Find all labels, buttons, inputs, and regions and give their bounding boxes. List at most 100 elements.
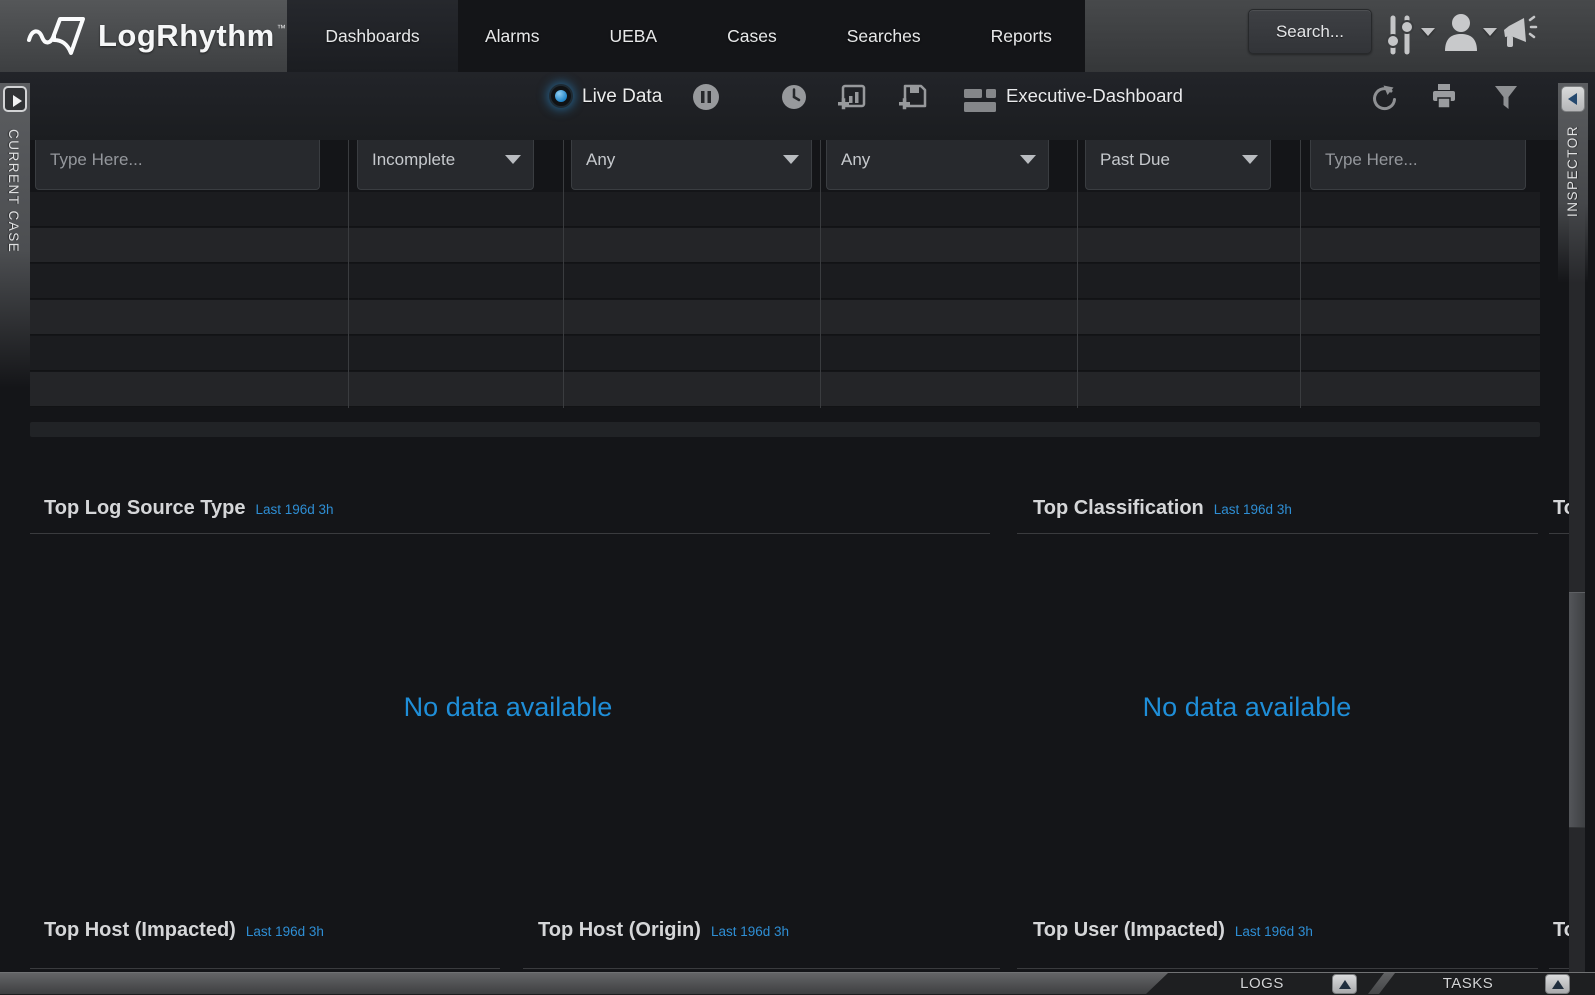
expand-inspector-button[interactable]: [1561, 86, 1585, 112]
filter-value: Any: [841, 150, 870, 170]
undo-refresh-icon[interactable]: [1370, 84, 1398, 112]
filter-value: Any: [586, 150, 615, 170]
widget-time-range[interactable]: Last 196d 3h: [255, 502, 333, 517]
table-row: [30, 336, 1540, 371]
filter-funnel-icon[interactable]: [1494, 85, 1518, 110]
user-profile-icon[interactable]: [1443, 13, 1479, 51]
arrow-left-icon: [1568, 93, 1577, 105]
brand-wordmark: LogRhythm: [98, 18, 275, 54]
widget-underline: [30, 968, 500, 969]
widget-title: To: [1553, 497, 1569, 519]
save-dashboard-icon[interactable]: [899, 84, 927, 111]
nav-right-section: Search...: [1085, 0, 1595, 72]
horizontal-scrollbar[interactable]: [30, 422, 1540, 437]
widget-title: To: [1553, 919, 1569, 941]
widget-title: Top Log Source Type: [44, 497, 245, 519]
tab-ueba[interactable]: UEBA: [582, 0, 684, 72]
filter-placeholder: Type Here...: [50, 150, 143, 170]
dashboard-toolbar: Live Data Execu: [0, 72, 1595, 140]
widget-header-clipped: To: [1553, 919, 1569, 947]
chevron-down-icon[interactable]: [1421, 28, 1435, 36]
filter-value: Incomplete: [372, 150, 455, 170]
widget-title: Top Host (Impacted): [44, 919, 236, 941]
column-divider: [1077, 140, 1078, 408]
logs-expand-button[interactable]: [1332, 974, 1357, 994]
chevron-down-icon: [783, 155, 799, 164]
arrow-right-icon: [13, 95, 22, 107]
widget-header-top-host-origin: Top Host (Origin) Last 196d 3h: [538, 919, 789, 942]
tab-cases[interactable]: Cases: [700, 0, 804, 72]
tasks-expand-button[interactable]: [1545, 974, 1570, 994]
column-divider: [563, 140, 564, 408]
chevron-down-icon: [505, 155, 521, 164]
time-range-clock-icon[interactable]: [781, 84, 807, 110]
column-divider: [1300, 140, 1301, 408]
filter-value: Past Due: [1100, 150, 1170, 170]
chevron-down-icon: [1020, 155, 1036, 164]
tab-searches[interactable]: Searches: [820, 0, 948, 72]
tab-dashboards[interactable]: Dashboards: [287, 0, 458, 72]
tab-reports[interactable]: Reports: [964, 0, 1079, 72]
column-divider: [820, 140, 821, 408]
filter-any-dropdown-2[interactable]: Any: [826, 140, 1049, 190]
widget-title: Top Host (Origin): [538, 919, 701, 941]
expand-current-case-button[interactable]: [3, 86, 27, 112]
widget-header-clipped: To: [1553, 497, 1569, 525]
pause-button[interactable]: [692, 83, 720, 111]
table-row: [30, 228, 1540, 263]
dashboard-content: Type Here... Incomplete Any Any Past Due…: [0, 140, 1595, 972]
chevron-down-icon[interactable]: [1483, 28, 1497, 36]
add-widget-icon[interactable]: [838, 84, 866, 111]
chevron-down-icon: [1242, 155, 1258, 164]
table-row: [30, 264, 1540, 299]
logs-drawer-tab[interactable]: LOGS: [1212, 973, 1312, 995]
scrollbar-thumb[interactable]: [1569, 592, 1585, 828]
widget-underline: [523, 968, 1000, 969]
filter-due-dropdown[interactable]: Past Due: [1085, 140, 1271, 190]
print-icon[interactable]: [1430, 84, 1458, 111]
filter-any-dropdown-1[interactable]: Any: [571, 140, 812, 190]
widget-time-range[interactable]: Last 196d 3h: [711, 924, 789, 939]
brand-logo[interactable]: LogRhythm ™: [0, 0, 287, 72]
widget-time-range[interactable]: Last 196d 3h: [1235, 924, 1313, 939]
widget-time-range[interactable]: Last 196d 3h: [246, 924, 324, 939]
arrow-up-icon: [1552, 980, 1564, 989]
brand-trademark: ™: [277, 23, 286, 33]
table-row: [30, 372, 1540, 407]
widget-header-top-log-source-type: Top Log Source Type Last 196d 3h: [44, 497, 334, 520]
no-data-message: No data available: [1117, 692, 1377, 723]
widget-underline: [30, 533, 990, 534]
filter-placeholder: Type Here...: [1325, 150, 1418, 170]
widget-title: Top User (Impacted): [1033, 919, 1225, 941]
arrow-up-icon: [1339, 980, 1351, 989]
table-row: [30, 300, 1540, 335]
dashboard-name[interactable]: Executive-Dashboard: [1006, 85, 1183, 107]
current-case-label: CURRENT CASE: [6, 129, 21, 253]
table-row: [30, 192, 1540, 227]
column-divider: [348, 140, 349, 408]
live-indicator: [555, 90, 567, 102]
widget-header-top-host-impacted: Top Host (Impacted) Last 196d 3h: [44, 919, 324, 942]
preferences-sliders-icon[interactable]: [1385, 14, 1415, 56]
search-button[interactable]: Search...: [1248, 9, 1372, 54]
filter-text-input-1[interactable]: Type Here...: [35, 140, 320, 190]
current-case-panel-tab[interactable]: CURRENT CASE: [0, 83, 30, 388]
widget-underline: [1017, 533, 1538, 534]
widget-title: Top Classification: [1033, 497, 1204, 519]
logrhythm-wave-icon: [26, 14, 88, 58]
widget-underline: [1549, 533, 1569, 534]
live-data-toggle[interactable]: [549, 84, 573, 108]
inspector-label: INSPECTOR: [1565, 125, 1580, 217]
bottom-status-bar: LOGS TASKS: [0, 972, 1595, 995]
widget-underline: [1017, 968, 1538, 969]
filter-status-dropdown[interactable]: Incomplete: [357, 140, 534, 190]
widget-time-range[interactable]: Last 196d 3h: [1214, 502, 1292, 517]
filter-text-input-2[interactable]: Type Here...: [1310, 140, 1526, 190]
tasks-drawer-tab[interactable]: TASKS: [1418, 973, 1518, 995]
tab-alarms[interactable]: Alarms: [458, 0, 566, 72]
announcements-megaphone-icon[interactable]: [1500, 14, 1538, 50]
inspector-panel-tab[interactable]: INSPECTOR: [1558, 83, 1588, 283]
no-data-message: No data available: [378, 692, 638, 723]
dashboard-layout-icon[interactable]: [964, 89, 996, 112]
nav-tabs: Alarms UEBA Cases Searches Reports: [458, 0, 1079, 72]
